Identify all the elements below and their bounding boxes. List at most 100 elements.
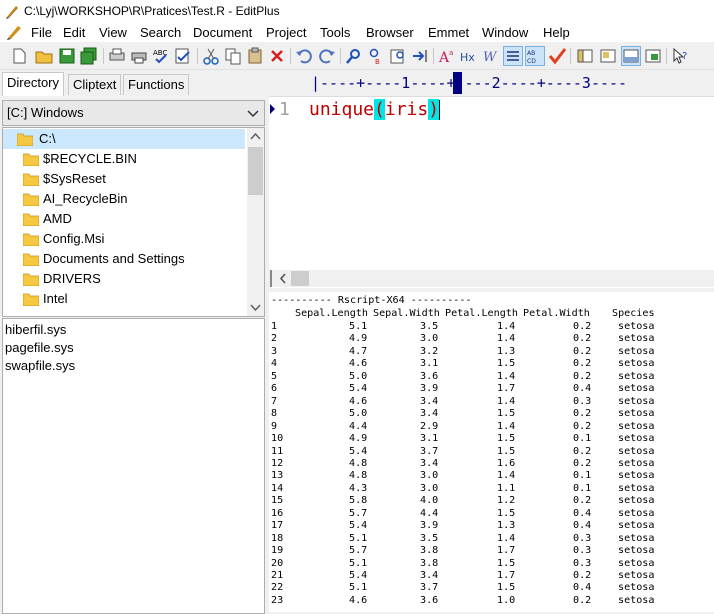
output-cell: 4.9	[349, 333, 368, 345]
menu-project[interactable]: Project	[266, 25, 306, 40]
open-icon[interactable]	[35, 47, 53, 65]
code-text[interactable]: unique(iris)	[309, 98, 441, 122]
folder-icon	[23, 193, 39, 206]
file-item[interactable]: hiberfil.sys	[5, 322, 66, 337]
file-item[interactable]: pagefile.sys	[5, 340, 74, 355]
word-wrap-icon[interactable]: W	[482, 47, 500, 65]
toolbar-separator	[340, 48, 341, 64]
tab-functions[interactable]: Functions	[123, 74, 190, 95]
save-all-icon[interactable]	[80, 47, 98, 65]
save-icon[interactable]	[58, 47, 76, 65]
font-size-icon[interactable]: Aa	[438, 47, 456, 65]
output-cell: 0.2	[573, 321, 592, 332]
print-preview-icon[interactable]	[108, 47, 126, 65]
tree-item[interactable]: Intel	[3, 289, 245, 309]
menu-help[interactable]: Help	[543, 25, 570, 40]
directory-tree[interactable]: C:\ $RECYCLE.BIN $SysReset AI_RecycleBin…	[2, 127, 265, 317]
cut-icon[interactable]	[202, 47, 220, 65]
menu-view[interactable]: View	[99, 25, 127, 40]
find-in-files-icon[interactable]	[389, 47, 407, 65]
output-cell: 4.6	[349, 358, 368, 370]
redo-icon[interactable]	[318, 47, 336, 65]
ruler-icon[interactable]: AB CD	[525, 46, 545, 66]
output-header-row: Sepal.Length Sepal.Width Petal.Length Pe…	[269, 308, 714, 321]
output-cell: 1.4	[497, 370, 516, 382]
output-window-icon[interactable]	[599, 47, 617, 65]
output-cell: setosa	[618, 445, 655, 457]
menu-search[interactable]: Search	[140, 25, 181, 40]
output-cell: 3.6	[420, 370, 439, 382]
tree-item[interactable]: $RECYCLE.BIN	[3, 149, 245, 169]
window-title: C:\Lyj\WORKSHOP\R\Pratices\Test.R - Edit…	[24, 4, 280, 18]
undo-icon[interactable]	[295, 47, 313, 65]
hscroll-thumb[interactable]	[291, 271, 309, 286]
line-number-icon[interactable]	[503, 46, 523, 66]
new-icon[interactable]	[10, 47, 28, 65]
output-cell: setosa	[618, 420, 655, 432]
menu-file[interactable]: File	[31, 25, 52, 40]
tree-item[interactable]: $SysReset	[3, 169, 245, 189]
paste-icon[interactable]	[246, 47, 264, 65]
output-cell: setosa	[618, 345, 655, 357]
editor-hscrollbar[interactable]	[269, 270, 714, 287]
output-cell: 3.6	[420, 594, 439, 606]
print-icon[interactable]	[130, 47, 148, 65]
tree-item[interactable]: AMD	[3, 209, 245, 229]
editor-pane[interactable]: |----+----1----+----2----+----3---- 1 un…	[269, 70, 714, 288]
output-cell: 0.2	[573, 445, 592, 457]
output-cell: 1.3	[497, 345, 516, 357]
output-col-header: Sepal.Width	[373, 308, 440, 319]
goto-icon[interactable]	[411, 47, 429, 65]
copy-icon[interactable]	[224, 47, 242, 65]
output-cell: 2.9	[420, 420, 439, 432]
output-window[interactable]: ---------- Rscript-X64 ---------- Sepal.…	[269, 292, 714, 612]
output-cell: 5.1	[349, 532, 368, 544]
tree-item[interactable]: Config.Msi	[3, 229, 245, 249]
output-row-index: 2	[271, 333, 278, 345]
output-data-row: 17 5.4 3.9 1.3 0.4 setosa	[269, 520, 714, 533]
tree-item[interactable]: AI_RecycleBin	[3, 189, 245, 209]
delete-icon[interactable]	[268, 47, 286, 65]
output-cell: 4.9	[349, 433, 368, 445]
code-line[interactable]: 1 unique(iris)	[269, 98, 714, 122]
pen-icon[interactable]	[5, 24, 23, 40]
menu-edit[interactable]: Edit	[63, 25, 85, 40]
scroll-up-icon[interactable]	[247, 128, 264, 145]
file-list[interactable]: hiberfil.sys pagefile.sys swapfile.sys	[2, 318, 265, 614]
tab-cliptext[interactable]: Cliptext	[68, 74, 122, 95]
tree-item[interactable]: Documents and Settings	[3, 249, 245, 269]
fullscreen-icon[interactable]	[644, 47, 662, 65]
check-icon[interactable]	[548, 47, 566, 65]
output-cell: 0.4	[573, 507, 592, 519]
spell-check-icon[interactable]: ABC	[152, 47, 170, 65]
menu-emmet[interactable]: Emmet	[428, 25, 469, 40]
spell-check-all-icon[interactable]	[174, 47, 192, 65]
tab-directory[interactable]: Directory	[2, 72, 65, 96]
menu-tools[interactable]: Tools	[320, 25, 350, 40]
output-row-index: 21	[271, 570, 284, 581]
hex-icon[interactable]: Hx	[460, 47, 478, 65]
file-item[interactable]: swapfile.sys	[5, 358, 75, 373]
help-icon[interactable]: ?	[672, 47, 690, 65]
output-banner: ---------- Rscript-X64 ----------	[271, 295, 472, 306]
tree-item-root[interactable]: C:\	[3, 129, 245, 149]
scroll-thumb[interactable]	[248, 147, 263, 195]
current-line-marker-icon	[270, 104, 275, 114]
scroll-left-icon[interactable]	[277, 270, 289, 287]
menu-window[interactable]: Window	[482, 25, 528, 40]
scroll-down-icon[interactable]	[247, 299, 264, 316]
cliptext-window-icon[interactable]	[621, 46, 641, 66]
output-cell: 0.1	[573, 470, 592, 482]
output-data-row: 5 5.0 3.6 1.4 0.2 setosa	[269, 371, 714, 384]
tree-scrollbar[interactable]	[247, 128, 264, 316]
tree-item[interactable]: DRIVERS	[3, 269, 245, 289]
drive-select[interactable]: [C:] Windows	[2, 100, 265, 126]
find-icon[interactable]	[345, 47, 363, 65]
menu-browser[interactable]: Browser	[366, 25, 414, 40]
replace-icon[interactable]: B	[367, 47, 385, 65]
menu-document[interactable]: Document	[193, 25, 252, 40]
output-cell: 4.8	[349, 470, 368, 482]
output-cell: 1.4	[497, 333, 516, 345]
output-data-row: 3 4.7 3.2 1.3 0.2 setosa	[269, 346, 714, 359]
directory-window-icon[interactable]	[576, 47, 594, 65]
